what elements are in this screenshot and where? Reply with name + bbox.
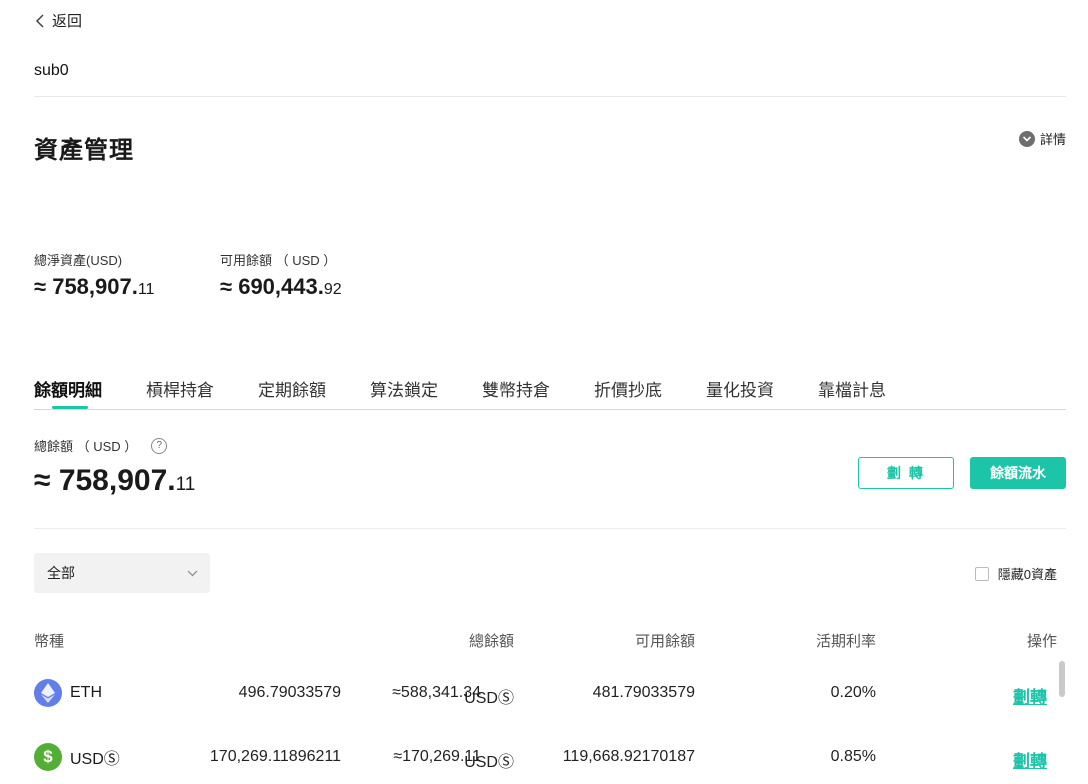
total-balance-label: 總餘額 （ USD ） ? (34, 436, 168, 455)
table-row: ETH (34, 679, 102, 707)
active-tab-indicator (52, 406, 88, 409)
hide-zero-toggle[interactable]: 隱藏0資產 (974, 564, 1057, 583)
chevron-down-icon (187, 570, 198, 576)
tab-tiered-interest[interactable]: 靠檔計息 (818, 376, 886, 401)
details-label: 詳情 (1039, 132, 1066, 147)
available-amount: 481.79033579 (592, 684, 695, 701)
divider (34, 528, 1066, 529)
total-balance-value: ≈ 758,907.11 (34, 464, 196, 497)
tab-algo-locked[interactable]: 算法鎖定 (370, 376, 438, 401)
coin-name: ETH (70, 684, 102, 701)
select-value: 全部 (47, 565, 75, 581)
chevron-down-icon (1018, 130, 1035, 147)
column-header-rate: 活期利率 (815, 633, 876, 650)
tab-balance-details[interactable]: 餘額明細 (34, 376, 102, 401)
column-header-total: 總餘額 (468, 633, 514, 650)
column-header-available: 可用餘額 (634, 633, 695, 650)
balance-flow-button[interactable]: 餘額流水 (970, 457, 1066, 489)
tab-discount-buy[interactable]: 折價抄底 (594, 376, 662, 401)
hide-zero-label: 隱藏0資產 (997, 567, 1057, 582)
total-unit: USDⓈ (464, 754, 514, 771)
interest-rate: 0.85% (830, 748, 876, 765)
chevron-left-icon (35, 13, 44, 28)
coin-name: USDⓈ (70, 751, 120, 768)
tab-bar: 餘額明細 槓桿持倉 定期餘額 算法鎖定 雙幣持倉 折價抄底 量化投資 靠檔計息 (34, 376, 1066, 410)
net-assets-label: 總淨資產(USD) (34, 253, 123, 268)
transfer-button[interactable]: 劃 轉 (858, 457, 954, 489)
row-transfer-link[interactable]: 劃轉 (1013, 747, 1047, 772)
usd-icon: $ (34, 743, 62, 771)
hide-zero-checkbox[interactable] (974, 566, 989, 581)
back-button[interactable]: 返回 (34, 10, 82, 31)
column-header-coin: 幣種 (34, 633, 65, 650)
row-transfer-link[interactable]: 劃轉 (1013, 683, 1047, 708)
scrollbar-thumb[interactable] (1059, 661, 1065, 697)
available-value: ≈ 690,443.92 (220, 274, 342, 299)
page-title: 資產管理 (34, 137, 134, 164)
available-amount: 119,668.92170187 (562, 748, 695, 765)
eth-icon (34, 679, 62, 707)
help-icon[interactable]: ? (151, 437, 168, 454)
column-header-action: 操作 (1026, 633, 1057, 650)
tab-dual-currency[interactable]: 雙幣持倉 (482, 376, 550, 401)
tab-fixed-balance[interactable]: 定期餘額 (258, 376, 326, 401)
tab-quant-invest[interactable]: 量化投資 (706, 376, 774, 401)
details-toggle[interactable]: 詳情 (1018, 129, 1066, 148)
total-amount: 496.79033579 (238, 684, 341, 701)
total-unit: USDⓈ (464, 690, 514, 707)
total-amount: 170,269.11896211 (209, 748, 341, 765)
back-label: 返回 (52, 13, 83, 30)
tab-margin-positions[interactable]: 槓桿持倉 (146, 376, 214, 401)
table-row: $ USDⓈ (34, 743, 120, 771)
net-assets-value: ≈ 758,907.11 (34, 274, 155, 299)
account-name: sub0 (34, 62, 69, 79)
available-label: 可用餘額 （ USD ） (220, 253, 337, 268)
currency-filter-select[interactable]: 全部 (34, 553, 210, 593)
divider (34, 96, 1066, 97)
interest-rate: 0.20% (830, 684, 876, 701)
